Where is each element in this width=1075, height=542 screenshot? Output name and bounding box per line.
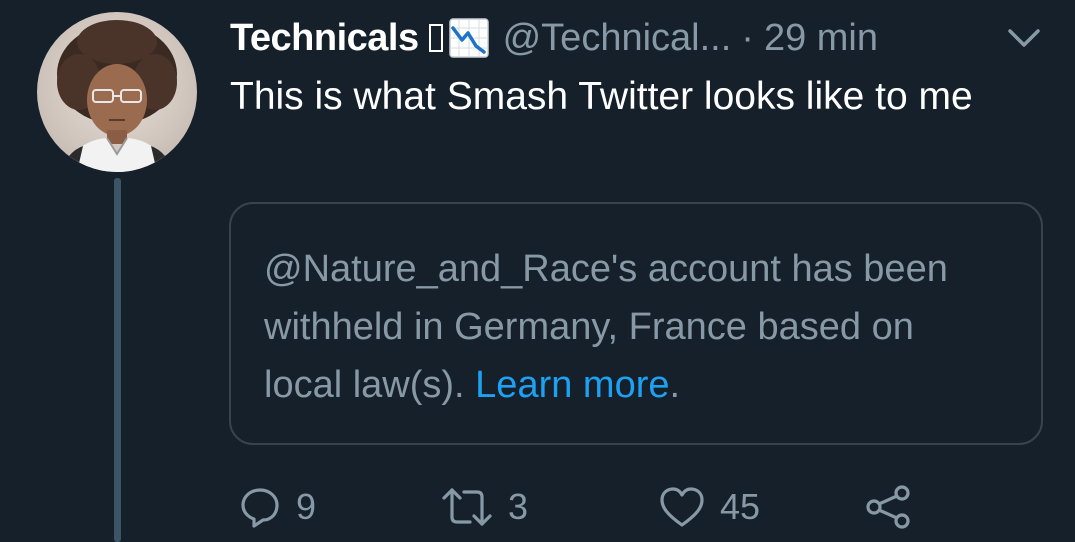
learn-more-link[interactable]: Learn more [475,364,669,406]
user-handle[interactable]: @Technical... [503,8,732,68]
avatar-illustration [57,20,177,172]
retweet-count: 3 [508,486,529,527]
reply-icon [241,488,279,528]
heart-icon [660,487,704,527]
quote-tweet-card[interactable]: @Nature_and_Race's account has been with… [229,202,1043,445]
chevron-down-icon[interactable] [1004,26,1044,50]
tweet-header: Technicals @Technical... · 29 min [230,8,878,68]
reply-count: 9 [296,486,317,527]
separator-dot: · [741,17,754,59]
retweet-icon [442,488,492,526]
share-icon [866,485,910,529]
retweet-button[interactable]: 3 [440,480,528,534]
chart-decreasing-icon [448,18,489,58]
tweet-text: This is what Smash Twitter looks like to… [230,75,973,118]
timestamp[interactable]: 29 min [764,8,878,68]
reply-button[interactable]: 9 [238,480,316,534]
withheld-notice: @Nature_and_Race's account has been with… [264,240,984,414]
like-count: 45 [720,486,761,527]
missing-glyph-icon [428,24,443,52]
tweet-actions: 9 3 45 [0,480,1075,534]
avatar[interactable] [37,12,197,172]
like-button[interactable]: 45 [658,480,760,534]
link-suffix: . [669,364,681,406]
share-button[interactable] [864,480,914,534]
display-name[interactable]: Technicals [230,8,419,68]
tweet[interactable]: Technicals @Technical... · 29 min This i… [0,0,1075,542]
